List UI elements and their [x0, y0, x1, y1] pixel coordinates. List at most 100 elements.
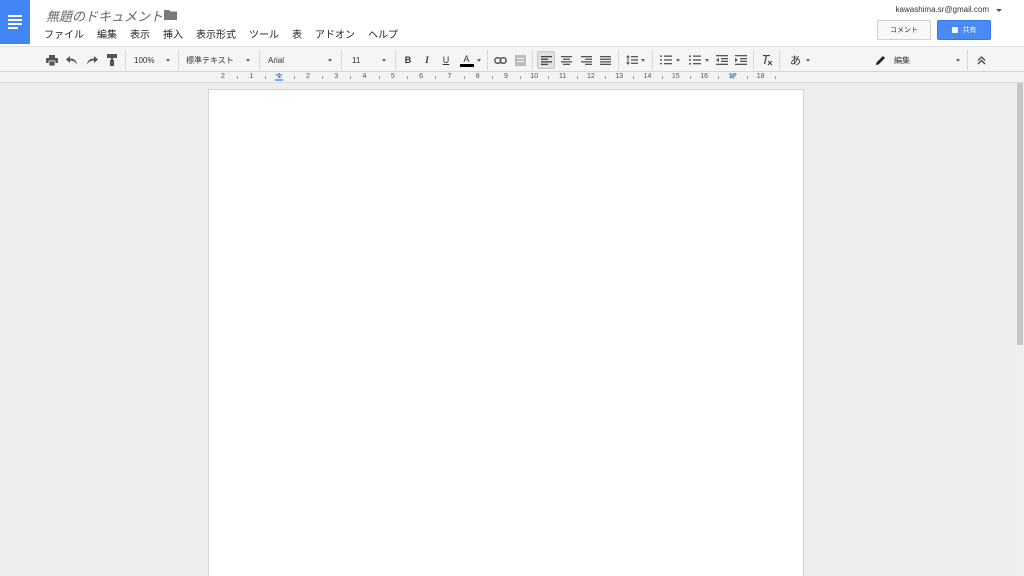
increase-indent-button[interactable]: [733, 51, 749, 69]
menu-tools[interactable]: ツール: [249, 26, 279, 41]
menu-view[interactable]: 表示: [130, 26, 150, 41]
justify-button[interactable]: [596, 51, 614, 69]
ruler-label: 14: [643, 73, 652, 80]
undo-icon[interactable]: [64, 51, 80, 69]
toolbar: 100% 標準テキスト Arial 11 B I U A あ 編集: [0, 46, 1024, 72]
font-size-value: 11: [352, 55, 361, 65]
right-indent-marker-icon[interactable]: [729, 74, 737, 79]
ruler-label: 10: [530, 73, 539, 80]
style-select[interactable]: 標準テキスト: [182, 51, 254, 69]
chevron-down-icon: [956, 58, 960, 62]
ruler-label: 2: [305, 73, 310, 80]
left-indent-marker-icon[interactable]: [275, 74, 283, 81]
account-caret-icon[interactable]: [996, 9, 1002, 12]
link-icon[interactable]: [492, 51, 508, 69]
zoom-select[interactable]: 100%: [130, 51, 174, 69]
ruler-label: 5: [390, 73, 395, 80]
insert-comment-icon[interactable]: [512, 51, 528, 69]
italic-button[interactable]: I: [419, 51, 435, 69]
ruler-tick: [378, 76, 380, 79]
numbered-list-button[interactable]: [656, 51, 684, 69]
ruler-tick: [548, 76, 550, 79]
bold-button[interactable]: B: [400, 51, 416, 69]
ruler[interactable]: 21123456789101112131415161718: [0, 72, 1024, 83]
paint-format-icon[interactable]: [104, 51, 120, 69]
chevron-down-icon: [705, 58, 709, 62]
share-button[interactable]: 共有: [937, 20, 991, 40]
ruler-label: 6: [419, 73, 424, 80]
account-email[interactable]: kawashima.sr@gmail.com: [896, 5, 989, 14]
decrease-indent-button[interactable]: [714, 51, 730, 69]
line-spacing-button[interactable]: [622, 51, 648, 69]
document-page[interactable]: [208, 89, 804, 576]
share-label: 共有: [962, 26, 977, 34]
clear-formatting-icon[interactable]: [759, 51, 775, 69]
ruler-tick: [435, 76, 437, 79]
ruler-tick: [463, 76, 465, 79]
ruler-label: 2: [221, 73, 225, 80]
font-select[interactable]: Arial: [264, 51, 336, 69]
font-value: Arial: [268, 55, 285, 65]
menu-addons[interactable]: アドオン: [315, 26, 355, 41]
ruler-label: 8: [475, 73, 480, 80]
ruler-label: 1: [249, 73, 254, 80]
redo-icon[interactable]: [84, 51, 100, 69]
ruler-tick: [491, 76, 493, 79]
text-color-button[interactable]: A: [457, 51, 483, 69]
ruler-tick: [661, 76, 663, 79]
ruler-tick: [237, 76, 239, 79]
ruler-tick: [633, 76, 635, 79]
chevron-down-icon: [476, 58, 481, 62]
ruler-label: 9: [504, 73, 508, 80]
chevron-down-icon: [166, 58, 170, 62]
ruler-label: 15: [671, 73, 680, 80]
align-left-button[interactable]: [537, 51, 555, 69]
menu-edit[interactable]: 編集: [97, 26, 117, 41]
ruler-tick: [774, 76, 776, 79]
comments-button[interactable]: コメント: [877, 20, 931, 40]
ruler-tick: [605, 76, 607, 79]
header: 無題のドキュメント ファイル 編集 表示 挿入 表示形式 ツール 表 アドオン …: [0, 0, 1024, 46]
ruler-tick: [576, 76, 578, 79]
ruler-tick: [746, 76, 748, 79]
document-title[interactable]: 無題のドキュメント: [46, 6, 163, 25]
align-right-button[interactable]: [577, 51, 595, 69]
ruler-label: 18: [756, 73, 765, 80]
pencil-icon: [876, 56, 885, 65]
chevron-down-icon: [806, 58, 810, 62]
lock-icon: [951, 27, 958, 33]
input-tools-button[interactable]: あ: [785, 51, 815, 69]
style-value: 標準テキスト: [186, 55, 234, 65]
menu-help[interactable]: ヘルプ: [368, 26, 398, 41]
ruler-tick: [293, 76, 295, 79]
docs-menu-icon[interactable]: [0, 0, 30, 44]
chevron-down-icon: [676, 58, 680, 62]
folder-icon[interactable]: [164, 9, 177, 20]
menu-bar: ファイル 編集 表示 挿入 表示形式 ツール 表 アドオン ヘルプ: [44, 26, 411, 41]
menu-format[interactable]: 表示形式: [196, 26, 236, 41]
bulleted-list-button[interactable]: [685, 51, 713, 69]
underline-button[interactable]: U: [438, 51, 454, 69]
ruler-tick: [406, 76, 408, 79]
ruler-label: 3: [334, 73, 339, 80]
scrollbar-thumb[interactable]: [1017, 83, 1023, 345]
zoom-value: 100%: [134, 55, 155, 65]
collapse-toolbar-icon[interactable]: [973, 51, 989, 69]
ruler-label: 12: [586, 73, 595, 80]
ruler-label: 4: [362, 73, 367, 80]
editing-mode-label: 編集: [876, 55, 910, 66]
vertical-scrollbar[interactable]: [1016, 83, 1024, 576]
input-tool-glyph: あ: [790, 55, 801, 67]
ruler-label: 7: [447, 73, 452, 80]
ruler-tick: [520, 76, 522, 79]
menu-table[interactable]: 表: [292, 26, 302, 41]
menu-file[interactable]: ファイル: [44, 26, 84, 41]
font-size-select[interactable]: 11: [348, 51, 390, 69]
chevron-down-icon: [328, 58, 332, 62]
menu-insert[interactable]: 挿入: [163, 26, 183, 41]
ruler-label: 16: [700, 73, 708, 80]
print-icon[interactable]: [44, 51, 60, 69]
editing-mode-select[interactable]: 編集: [872, 51, 964, 69]
text-color-glyph: A: [459, 54, 474, 67]
align-center-button[interactable]: [557, 51, 575, 69]
